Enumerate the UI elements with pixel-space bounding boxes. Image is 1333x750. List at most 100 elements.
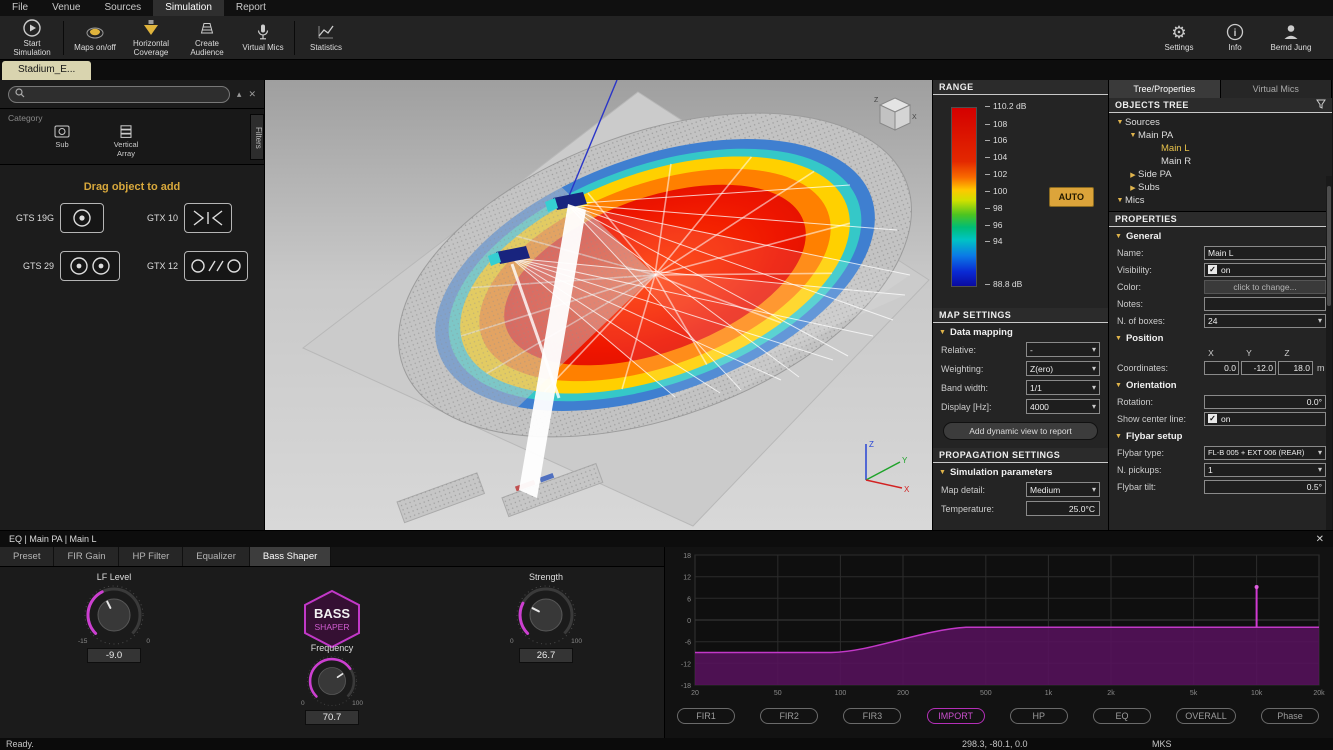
centerline-checkbox[interactable]: ✓on [1204,412,1326,426]
virtual-mics-button[interactable]: Virtual Mics [235,22,291,52]
expand-icon[interactable]: ▶ [1128,171,1138,179]
menu-simulation[interactable]: Simulation [153,0,224,16]
library-item-gts19g[interactable]: GTS 19G [8,203,132,233]
bandwidth-dropdown[interactable]: 1/1 [1026,380,1100,395]
library-item-gtx12[interactable]: GTX 12 [132,251,256,281]
stadium-heatmap-view[interactable] [265,80,932,530]
menu-sources[interactable]: Sources [93,0,154,16]
status-units: MKS [1152,738,1172,750]
flybar-tilt-input[interactable]: 0.5° [1204,480,1326,494]
fir2-button[interactable]: FIR2 [760,708,818,724]
orientation-section[interactable]: Orientation [1109,376,1332,393]
bass-shaper-controls: Preset FIR Gain HP Filter Equalizer Bass… [0,547,665,739]
expand-icon[interactable]: ▼ [1128,132,1138,139]
settings-button[interactable]: ⚙ Settings [1151,22,1207,52]
tab-hp-filter[interactable]: HP Filter [119,547,183,566]
coordinate-z-input[interactable]: 18.0 [1278,361,1313,375]
flybar-type-dropdown[interactable]: FL-B 005 + EXT 006 (REAR) [1204,446,1326,460]
position-section[interactable]: Position [1109,329,1332,346]
svg-text:200: 200 [897,690,909,697]
tab-tree-properties[interactable]: Tree/Properties [1109,80,1221,98]
tab-preset[interactable]: Preset [0,547,54,566]
strength-knob[interactable]: Strength 0 100 26.7 [488,572,604,663]
document-tab[interactable]: Stadium_E... [2,61,91,80]
frequency-response-graph[interactable]: 18 12 6 0 -6 -12 -18 20 50 100 200 [665,547,1333,739]
tree-item-main-pa[interactable]: ▼ Main PA [1109,129,1332,142]
fir3-button[interactable]: FIR3 [843,708,901,724]
svg-text:-12: -12 [681,661,691,668]
tree-item-sources[interactable]: ▼ Sources [1109,116,1332,129]
menu-report[interactable]: Report [224,0,278,16]
pickups-dropdown[interactable]: 1 [1204,463,1326,477]
statistics-button[interactable]: Statistics [298,22,354,52]
properties-scrollbar[interactable] [1326,176,1332,530]
map-detail-dropdown[interactable]: Medium [1026,482,1100,497]
general-section[interactable]: General [1109,227,1332,244]
flybar-tilt-row: Flybar tilt: 0.5° [1109,478,1332,495]
fir1-button[interactable]: FIR1 [677,708,735,724]
data-mapping-section[interactable]: Data mapping [933,323,1108,340]
pickups-row: N. pickups: 1 [1109,461,1332,478]
info-button[interactable]: i Info [1207,22,1263,52]
collapse-panel-icon[interactable]: ▴ [237,90,242,99]
tab-bass-shaper[interactable]: Bass Shaper [250,547,331,566]
weighting-dropdown[interactable]: Z(ero) [1026,361,1100,376]
expand-icon[interactable]: ▶ [1128,184,1138,192]
coordinate-x-input[interactable]: 0.0 [1204,361,1239,375]
expand-icon[interactable]: ▼ [1115,119,1125,126]
tree-item-subs[interactable]: ▶ Subs [1109,181,1332,194]
close-eq-icon[interactable]: ✕ [1316,534,1324,545]
library-item-gtx10[interactable]: GTX 10 [132,203,256,233]
coordinate-y-input[interactable]: -12.0 [1241,361,1276,375]
menu-file[interactable]: File [0,0,40,16]
color-change-button[interactable]: click to change... [1204,280,1326,294]
notes-input[interactable] [1204,297,1326,311]
visibility-checkbox[interactable]: ✓on [1204,263,1326,277]
flybar-setup-section[interactable]: Flybar setup [1109,427,1332,444]
user-account-button[interactable]: Bernd Jung [1263,22,1319,52]
add-dynamic-view-button[interactable]: Add dynamic view to report [943,422,1098,440]
simulation-parameters-section[interactable]: Simulation parameters [933,463,1108,480]
search-input[interactable] [30,90,223,100]
tab-virtual-mics[interactable]: Virtual Mics [1221,80,1333,98]
display-frequency-dropdown[interactable]: 4000 [1026,399,1100,414]
menu-venue[interactable]: Venue [40,0,92,16]
filters-tab[interactable]: Filters [250,114,264,160]
maps-onoff-button[interactable]: Maps on/off [67,22,123,52]
tree-item-side-pa[interactable]: ▶ Side PA [1109,168,1332,181]
search-box[interactable] [8,86,230,103]
overall-button[interactable]: OVERALL [1176,708,1236,724]
frequency-knob[interactable]: Frequency 0 100 70.7 [274,643,390,725]
horizontal-coverage-button[interactable]: Horizontal Coverage [123,18,179,57]
phase-button[interactable]: Phase [1261,708,1319,724]
category-vertical-array-button[interactable]: Vertical Array [104,125,148,158]
eq-button[interactable]: EQ [1093,708,1151,724]
eq-curve-plot[interactable]: 18 12 6 0 -6 -12 -18 20 50 100 200 [671,551,1325,703]
close-panel-icon[interactable]: ✕ [248,90,256,99]
notes-row: Notes: [1109,295,1332,312]
lf-level-knob[interactable]: LF Level -15 0 -9.0 [56,572,172,663]
viewport-3d[interactable]: Z X Z Y X [265,80,932,530]
temperature-input[interactable]: 25.0°C [1026,501,1100,516]
import-button[interactable]: IMPORT [927,708,985,724]
category-sub-button[interactable]: Sub [40,125,84,158]
tree-item-main-r[interactable]: Main R [1109,155,1332,168]
expand-icon[interactable]: ▼ [1115,197,1125,204]
name-input[interactable]: Main L [1204,246,1326,260]
rotation-input[interactable]: 0.0° [1204,395,1326,409]
tree-item-mics[interactable]: ▼ Mics [1109,194,1332,207]
filter-funnel-icon[interactable] [1316,99,1326,111]
tab-equalizer[interactable]: Equalizer [183,547,250,566]
auto-range-button[interactable]: AUTO [1049,187,1094,207]
boxes-dropdown[interactable]: 24 [1204,314,1326,328]
relative-dropdown[interactable]: - [1026,342,1100,357]
spl-colorbar[interactable] [951,107,977,287]
start-simulation-button[interactable]: Start Simulation [4,18,60,57]
bass-shaper-logo: BASS SHAPER [301,589,363,649]
hp-button[interactable]: HP [1010,708,1068,724]
library-item-gts29[interactable]: GTS 29 [8,251,132,281]
view-cube[interactable]: Z X [872,92,918,138]
create-audience-button[interactable]: Create Audience [179,18,235,57]
tab-fir-gain[interactable]: FIR Gain [54,547,119,566]
tree-item-main-l[interactable]: Main L [1109,142,1332,155]
